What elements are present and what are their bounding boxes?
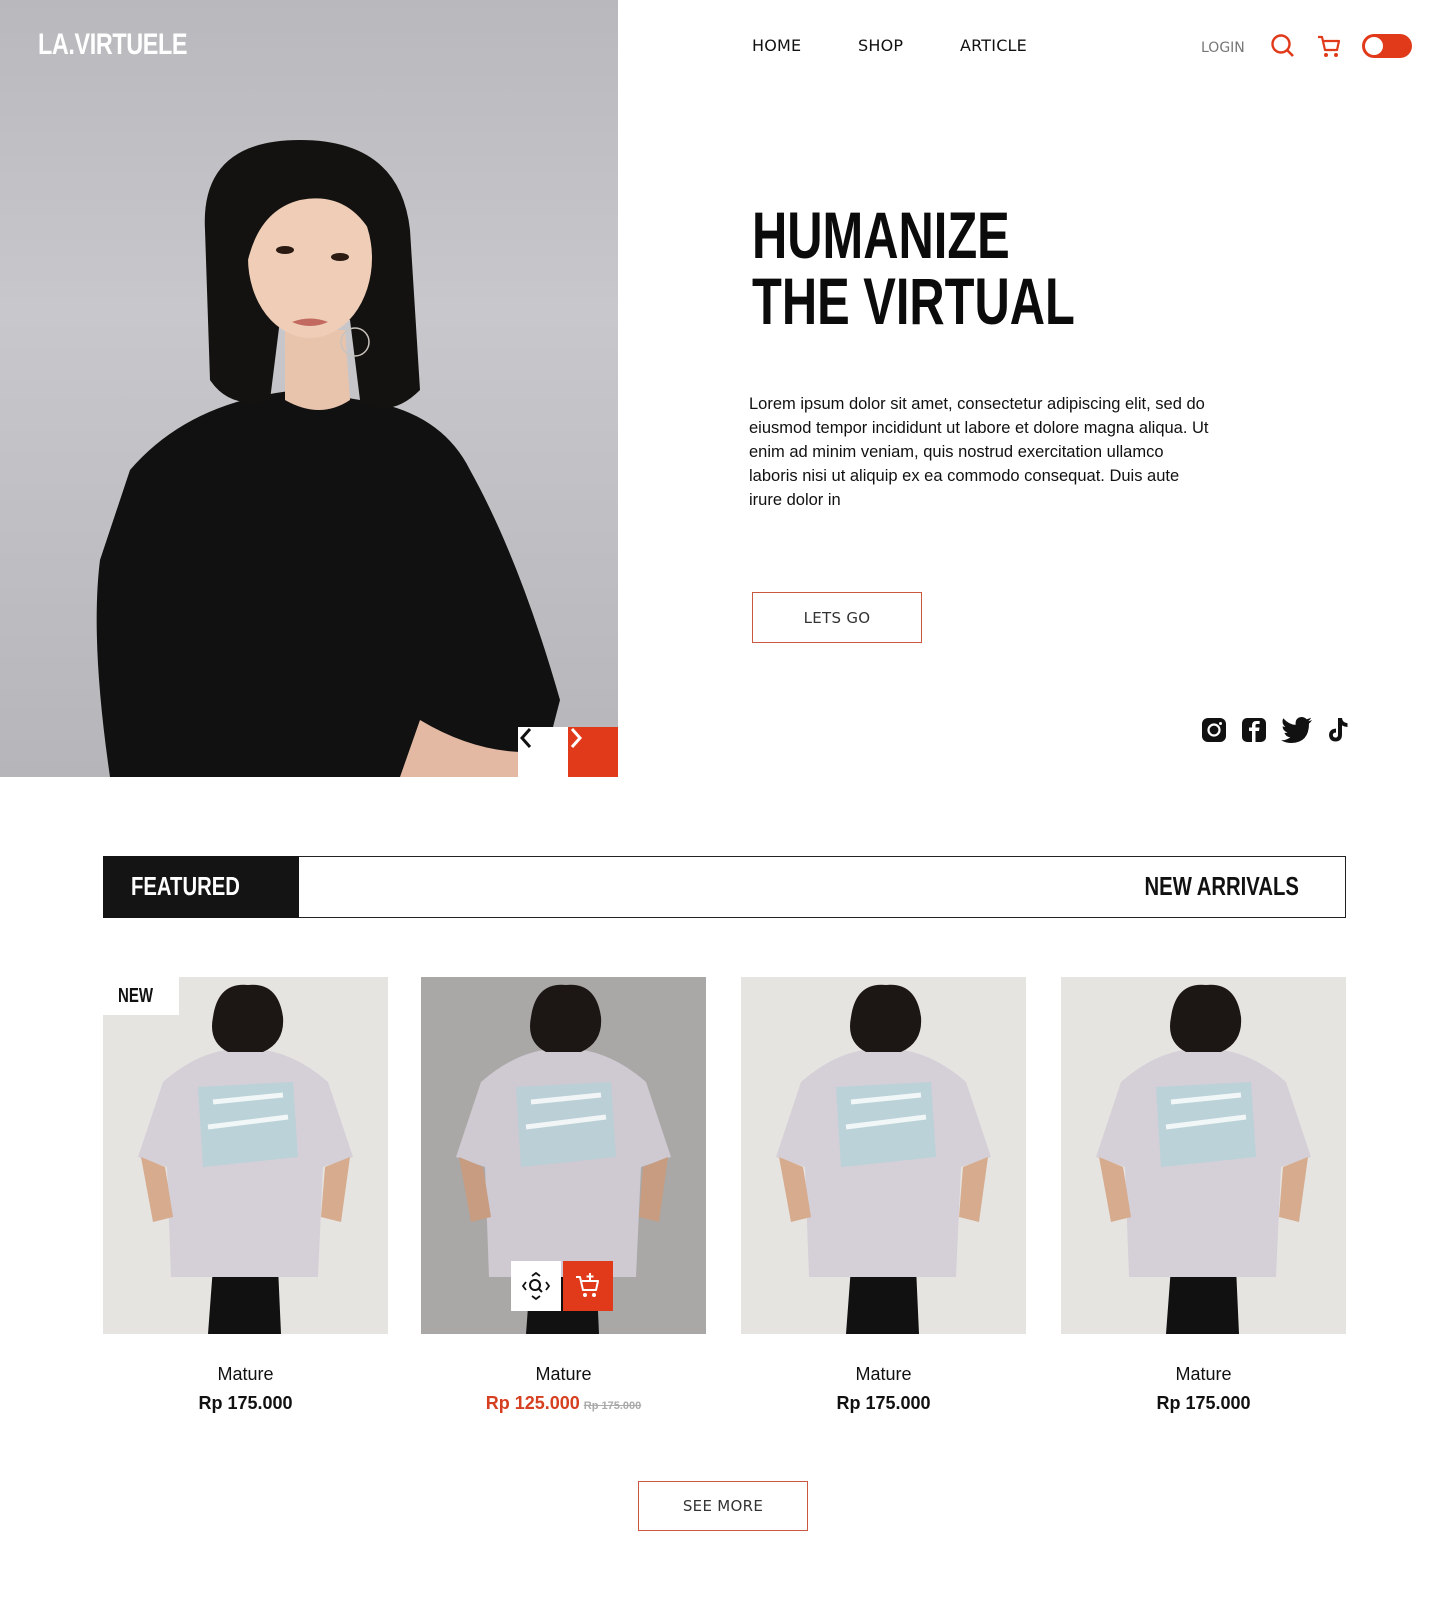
quick-view-icon [521,1271,551,1301]
add-to-cart-button[interactable] [563,1261,613,1311]
tab-new-arrivals[interactable]: NEW ARRIVALS [1145,871,1299,902]
tab-featured-label: FEATURED [130,871,240,901]
search-icon[interactable] [1270,33,1296,63]
chevron-left-icon [519,728,532,748]
nav-shop-link[interactable]: SHOP [858,36,903,55]
hero-headline-line1: HUMANIZE [752,198,1010,272]
new-badge: NEW [103,977,179,1015]
chevron-right-icon [570,728,583,748]
cart-icon[interactable] [1316,33,1342,63]
tab-featured[interactable]: FEATURED [102,855,299,918]
hero-image: LA.VIRTUELE [0,0,618,777]
product-name[interactable]: Mature [421,1364,706,1385]
product-card[interactable]: Mature Rp 175.000 [1061,977,1346,1414]
hero-description: Lorem ipsum dolor sit amet, consectetur … [749,395,1209,509]
login-link[interactable]: LOGIN [1201,40,1245,56]
twitter-icon[interactable] [1281,717,1313,743]
product-name[interactable]: Mature [1061,1364,1346,1385]
tiktok-icon[interactable] [1327,717,1349,743]
slider-next-button[interactable] [568,727,618,777]
product-image[interactable] [741,977,1026,1334]
hero-model-illustration [96,140,561,777]
product-card[interactable]: Mature Rp 175.000 [741,977,1026,1414]
product-image[interactable]: NEW [103,977,388,1334]
product-price: Rp 175.000 [1156,1393,1251,1413]
product-name[interactable]: Mature [741,1364,1026,1385]
instagram-icon[interactable] [1201,717,1227,743]
brand-logo[interactable]: LA.VIRTUELE [38,28,188,62]
product-card[interactable]: NEW Mature Rp 175.000 [103,977,388,1414]
hero-headline: HUMANIZE THE VIRTUAL [752,202,1075,334]
new-badge-label: NEW [117,984,153,1007]
theme-toggle[interactable] [1362,34,1412,58]
product-name[interactable]: Mature [103,1364,388,1385]
see-more-button[interactable]: SEE MORE [638,1481,808,1531]
nav-home-link[interactable]: HOME [752,36,801,55]
product-price: Rp 175.000 [198,1393,293,1413]
sale-price: Rp 125.000 [485,1393,580,1413]
product-image[interactable] [1061,977,1346,1334]
product-image[interactable] [421,977,706,1334]
slider-prev-button[interactable] [518,727,568,777]
add-to-cart-icon [576,1273,599,1297]
social-links [1201,717,1349,743]
facebook-icon[interactable] [1241,717,1267,743]
hero-headline-line2: THE VIRTUAL [752,264,1075,338]
product-price: Rp 125.000 Rp 175.000 [421,1393,706,1414]
original-price: Rp 175.000 [583,1400,642,1412]
nav-article-link[interactable]: ARTICLE [960,36,1027,55]
quick-view-button[interactable] [511,1261,561,1311]
product-card[interactable]: Mature Rp 125.000 Rp 175.000 [421,977,706,1414]
product-tabs: FEATURED NEW ARRIVALS [102,855,1346,918]
product-price: Rp 175.000 [836,1393,931,1413]
lets-go-button[interactable]: LETS GO [752,592,922,643]
toggle-knob [1365,37,1383,55]
